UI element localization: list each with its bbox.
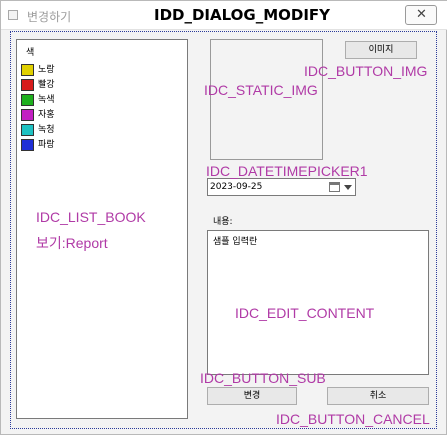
list-item-label: 자홍 (38, 110, 55, 120)
image-frame (210, 39, 323, 160)
list-item[interactable]: 빨강 (21, 78, 111, 92)
list-item-label: 파랑 (38, 140, 55, 150)
cancel-button[interactable]: 취소 (327, 387, 429, 405)
color-swatch-icon (21, 139, 34, 151)
close-button[interactable]: ✕ (405, 5, 437, 25)
list-column-header[interactable]: 색 (26, 45, 34, 58)
list-item[interactable]: 녹색 (21, 93, 111, 107)
dialog-window: 변경하기 IDD_DIALOG_MODIFY ✕ 색 노랑 빨강 녹색 자홍 녹청 파랑 … (0, 0, 447, 435)
color-swatch-icon (21, 64, 34, 76)
window-title: 변경하기 (27, 10, 72, 24)
annotation-button-sub: IDC_BUTTON_SUB (200, 370, 326, 386)
list-item-label: 노랑 (38, 65, 55, 75)
color-swatch-icon (21, 124, 34, 136)
content-label: 내용: (213, 217, 233, 227)
list-item-label: 녹청 (38, 125, 55, 135)
annotation-datetimepicker: IDC_DATETIMEPICKER1 (206, 163, 368, 179)
annotation-button-cancel: IDC_BUTTON_CANCEL (276, 411, 430, 427)
dropdown-arrow-icon[interactable] (344, 185, 352, 190)
title-bar: 변경하기 IDD_DIALOG_MODIFY ✕ (1, 1, 447, 30)
annotation-edit-content: IDC_EDIT_CONTENT (235, 305, 375, 321)
annotation-button-img: IDC_BUTTON_IMG (304, 63, 428, 79)
annotation-list-view: 보기:Report (36, 235, 108, 251)
date-picker[interactable]: 2023-09-25 (207, 178, 356, 196)
color-swatch-icon (21, 79, 34, 91)
annotation-list-book: IDC_LIST_BOOK (36, 209, 146, 225)
calendar-icon[interactable] (329, 182, 340, 192)
annotation-static-img: IDC_STATIC_IMG (204, 82, 318, 98)
color-list[interactable]: 색 노랑빨강녹색자홍녹청파랑 (16, 39, 188, 419)
close-icon: ✕ (416, 7, 427, 22)
modify-button[interactable]: 변경 (207, 387, 297, 405)
content-edit[interactable]: 샘플 입력란 (207, 230, 429, 375)
list-item[interactable]: 노랑 (21, 63, 111, 77)
content-text: 샘플 입력란 (213, 237, 258, 247)
color-swatch-icon (21, 94, 34, 106)
image-button[interactable]: 이미지 (345, 41, 417, 59)
date-value: 2023-09-25 (210, 182, 263, 192)
list-item[interactable]: 자홍 (21, 108, 111, 122)
list-item[interactable]: 녹청 (21, 123, 111, 137)
dialog-id-label: IDD_DIALOG_MODIFY (154, 6, 331, 24)
list-item-label: 녹색 (38, 95, 55, 105)
color-swatch-icon (21, 109, 34, 121)
list-item[interactable]: 파랑 (21, 138, 111, 152)
list-item-label: 빨강 (38, 80, 55, 90)
app-icon (8, 10, 18, 20)
